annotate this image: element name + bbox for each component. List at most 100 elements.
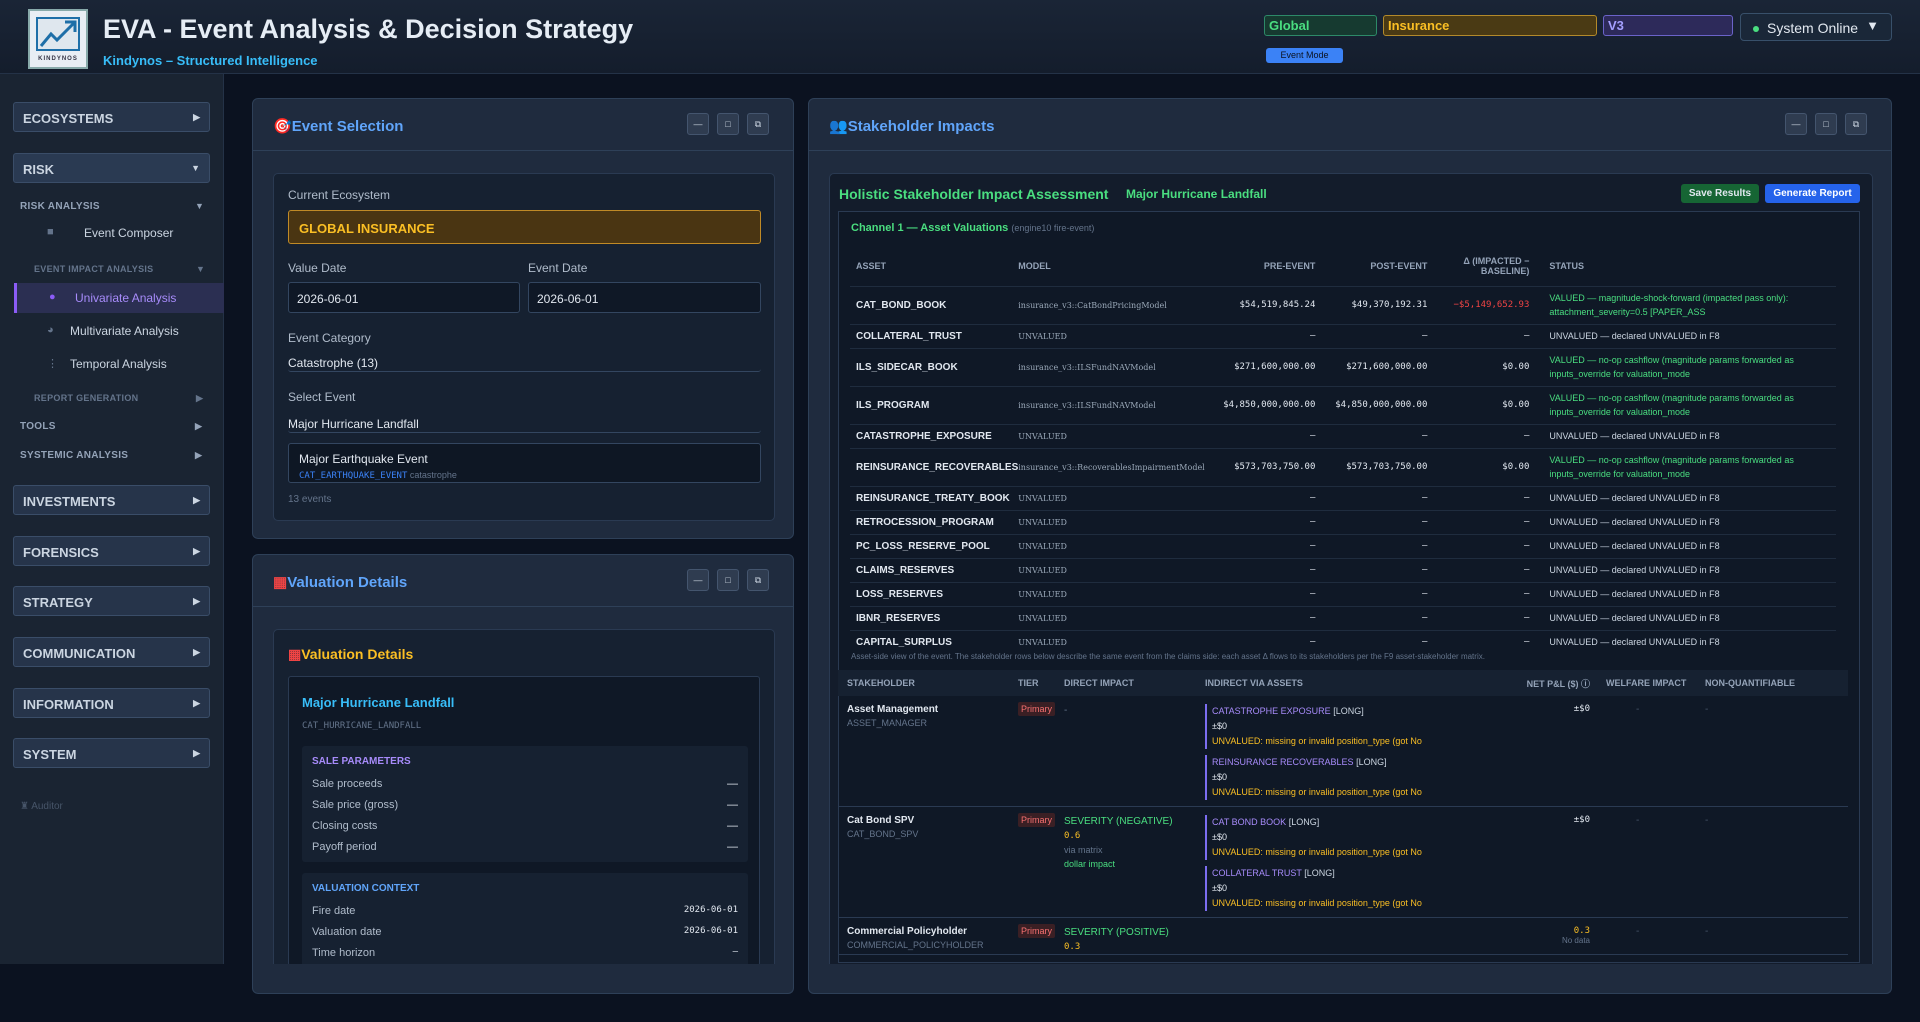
minimize-icon[interactable]: — xyxy=(687,569,709,591)
asset-status: UNVALUED — declared UNVALUED in F8 xyxy=(1539,533,1836,558)
asset-row[interactable]: ILS_PROGRAM insurance_v3::ILSFundNAVModel… xyxy=(850,385,1836,424)
welfare-impact-cell: - xyxy=(1636,926,1640,937)
asset-status: VALUED — no-op cashflow (magnitude param… xyxy=(1539,385,1836,424)
context-param-key: Fire date xyxy=(312,905,356,917)
indirect-asset-value: ±$0 xyxy=(1212,832,1227,842)
indirect-asset-name[interactable]: COLLATERAL TRUST xyxy=(1212,868,1302,878)
sale-parameters-section: SALE PARAMETERS Sale proceeds — Sale price… xyxy=(302,746,748,862)
asset-row[interactable]: ILS_SIDECAR_BOOK insurance_v3::ILSFundNAV… xyxy=(850,347,1836,386)
asset-name: PC_LOSS_RESERVE_POOL xyxy=(850,533,1019,558)
indirect-asset-name[interactable]: CATASTROPHE EXPOSURE xyxy=(1212,706,1331,716)
sale-param-row: Sale proceeds — xyxy=(312,778,738,799)
stakeholder-row[interactable]: Commercial Policyholder COMMERCIAL_POLICY… xyxy=(838,918,1848,955)
asset-row[interactable]: LOSS_RESERVES UNVALUED — — — UNVALUED — decla… xyxy=(850,581,1836,606)
maximize-icon[interactable]: □ xyxy=(717,113,739,135)
indirect-asset-warning: UNVALUED: missing or invalid position_ty… xyxy=(1212,847,1422,857)
asset-pre-event: $4,850,000,000.00 xyxy=(1223,385,1326,424)
col-post-event: POST-EVENT xyxy=(1370,260,1428,271)
col-welfare: WELFARE IMPACT xyxy=(1606,678,1687,688)
asset-post-event: $4,850,000,000.00 xyxy=(1325,385,1438,424)
popout-icon[interactable]: ⧉ xyxy=(747,569,769,591)
value-date-input[interactable]: 2026-06-01 xyxy=(288,282,520,313)
version-v3-pill[interactable]: V3 xyxy=(1603,15,1733,36)
nav-ecosystems[interactable]: ECOSYSTEMS ▶ xyxy=(13,102,210,132)
assessment-event-name: Major Hurricane Landfall xyxy=(1126,187,1267,201)
nav-risk[interactable]: RISK ▼ xyxy=(13,153,210,183)
indirect-asset-name[interactable]: CAT BOND BOOK xyxy=(1212,817,1286,827)
nav-systemic-analysis[interactable]: SYSTEMIC ANALYSIS ▶ xyxy=(20,450,202,461)
event-category-select[interactable]: Catastrophe (13) xyxy=(288,356,761,372)
event-list[interactable]: Major Earthquake Event CAT_EARTHQUAKE_EV… xyxy=(288,443,761,483)
asset-name: REINSURANCE_RECOVERABLES xyxy=(850,447,1019,486)
event-list-item-name[interactable]: Major Earthquake Event xyxy=(299,452,750,466)
nav-information[interactable]: INFORMATION ▶ xyxy=(13,688,210,718)
nav-event-composer[interactable]: ■ Event Composer xyxy=(14,218,224,248)
event-date-input[interactable]: 2026-06-01 xyxy=(528,282,761,313)
nav-temporal-analysis[interactable]: ⋮ Temporal Analysis xyxy=(14,349,224,379)
stakeholder-row[interactable]: Asset Management ASSET_MANAGER Primary - CAT… xyxy=(838,696,1848,807)
nav-univariate-analysis[interactable]: ● Univariate Analysis xyxy=(14,283,224,313)
nav-forensics[interactable]: FORENSICS ▶ xyxy=(13,536,210,566)
nav-report-generation[interactable]: REPORT GENERATION ▶ xyxy=(34,393,203,403)
event-selection-form: Current Ecosystem GLOBAL INSURANCE Value… xyxy=(273,173,775,521)
asset-row[interactable]: REINSURANCE_TREATY_BOOK UNVALUED — — — UNVALU… xyxy=(850,485,1836,510)
asset-row[interactable]: IBNR_RESERVES UNVALUED — — — UNVALUED — decla… xyxy=(850,605,1836,630)
nav-risk-analysis[interactable]: RISK ANALYSIS ▼ xyxy=(20,201,204,212)
asset-delta: $0.00 xyxy=(1437,447,1540,486)
asset-model: UNVALUED xyxy=(1018,323,1224,348)
asset-name: CAT_BOND_BOOK xyxy=(850,285,1019,324)
tier-cell: Primary xyxy=(1018,918,1064,955)
asset-row[interactable]: CLAIMS_RESERVES UNVALUED — — — UNVALUED — dec… xyxy=(850,557,1836,582)
generate-report-button[interactable]: Generate Report xyxy=(1765,184,1860,203)
asset-row[interactable]: CAT_BOND_BOOK insurance_v3::CatBondPricin… xyxy=(850,285,1836,324)
asset-row[interactable]: CATASTROPHE_EXPOSURE UNVALUED — — — UNVALUED … xyxy=(850,423,1836,448)
channel-subtitle: (engine10 fire-event) xyxy=(1011,223,1095,233)
nav-event-impact-analysis[interactable]: EVENT IMPACT ANALYSIS ▼ xyxy=(34,264,205,274)
kindynos-logo[interactable]: KINDYNOS xyxy=(28,9,88,69)
nav-ecosystems-label: ECOSYSTEMS xyxy=(23,111,114,126)
ecosystem-global-pill[interactable]: Global xyxy=(1264,15,1377,36)
popout-icon[interactable]: ⧉ xyxy=(747,113,769,135)
asset-model: insurance_v3::RecoverablesImpairmentMode… xyxy=(1018,447,1224,486)
asset-status: UNVALUED — declared UNVALUED in F8 xyxy=(1539,629,1836,654)
col-non-quantifiable: NON-QUANTIFIABLE xyxy=(1705,678,1795,688)
minimize-icon[interactable]: — xyxy=(687,113,709,135)
nav-strategy[interactable]: STRATEGY ▶ xyxy=(13,586,210,616)
asset-model: UNVALUED xyxy=(1018,485,1224,510)
asset-delta: — xyxy=(1437,323,1540,348)
nav-strategy-label: STRATEGY xyxy=(23,595,93,610)
col-delta: Δ (IMPACTED − BASELINE) xyxy=(1463,255,1530,276)
minimize-icon[interactable]: — xyxy=(1785,113,1807,135)
context-param-value: 2026-06-01 xyxy=(683,926,738,936)
asset-row[interactable]: REINSURANCE_RECOVERABLES insurance_v3::Re… xyxy=(850,447,1836,486)
maximize-icon[interactable]: □ xyxy=(1815,113,1837,135)
nav-tools[interactable]: TOOLS ▶ xyxy=(20,421,202,432)
asset-row[interactable]: RETROCESSION_PROGRAM UNVALUED — — — UNVALUED … xyxy=(850,509,1836,534)
target-icon: 🎯 xyxy=(273,118,292,135)
nav-investments[interactable]: INVESTMENTS ▶ xyxy=(13,485,210,515)
stakeholder-code: CAT_BOND_SPV xyxy=(847,829,919,839)
nav-tools-label: TOOLS xyxy=(20,421,56,432)
direct-impact-unit: dollar impact xyxy=(1064,859,1116,869)
maximize-icon[interactable]: □ xyxy=(717,569,739,591)
stakeholder-name: Cat Bond SPV xyxy=(847,815,915,826)
save-results-button[interactable]: Save Results xyxy=(1681,184,1759,203)
nav-auditor[interactable]: ♜ Auditor xyxy=(20,801,63,812)
asset-row[interactable]: PC_LOSS_RESERVE_POOL UNVALUED — — — UNVALUED … xyxy=(850,533,1836,558)
indirect-asset-item: CAT BOND BOOK [LONG] ±$0 UNVALUED: missing… xyxy=(1205,815,1505,860)
context-param-row: Valuation date 2026-06-01 xyxy=(312,926,738,947)
asset-row[interactable]: CAPITAL_SURPLUS UNVALUED — — — UNVALUED — dec… xyxy=(850,629,1836,654)
nav-multivariate-analysis[interactable]: ◕ Multivariate Analysis xyxy=(14,316,224,346)
stakeholder-row[interactable]: Cat Bond SPV CAT_BOND_SPV Primary SEVERITY … xyxy=(838,807,1848,918)
event-mode-button[interactable]: Event Mode xyxy=(1266,48,1343,63)
ecosystem-insurance-pill[interactable]: Insurance xyxy=(1383,15,1597,36)
indirect-asset-position: [LONG] xyxy=(1333,706,1364,716)
system-status-dropdown[interactable]: System Online ▼ xyxy=(1740,13,1892,41)
select-event-input[interactable]: Major Hurricane Landfall xyxy=(288,417,761,433)
asset-row[interactable]: COLLATERAL_TRUST UNVALUED — — — UNVALUED — de… xyxy=(850,323,1836,348)
nav-system[interactable]: SYSTEM ▶ xyxy=(13,738,210,768)
indirect-asset-name[interactable]: REINSURANCE RECOVERABLES xyxy=(1212,757,1354,767)
nav-communication[interactable]: COMMUNICATION ▶ xyxy=(13,637,210,667)
valuation-context-title: VALUATION CONTEXT xyxy=(312,883,420,894)
popout-icon[interactable]: ⧉ xyxy=(1845,113,1867,135)
